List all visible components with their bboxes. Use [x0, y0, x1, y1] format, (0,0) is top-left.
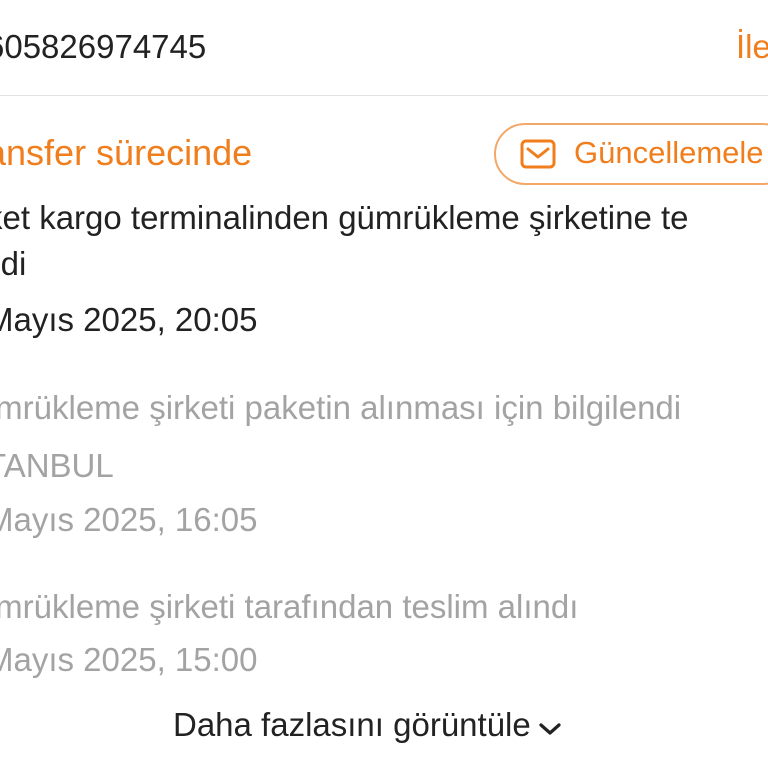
event-description-continued: ildi [0, 245, 27, 282]
show-more-label[interactable]: Daha fazlasını görüntüle [173, 702, 531, 748]
event-date: Mayıs 2025, 15:00 [0, 641, 258, 678]
updates-button-label[interactable]: Güncellemele [574, 132, 764, 174]
divider [0, 95, 768, 96]
copy-link[interactable]: İle [736, 26, 768, 68]
chevron-down-icon[interactable] [537, 720, 563, 738]
tracking-number: 605826974745 [0, 28, 207, 65]
event-date: Mayıs 2025, 20:05 [0, 301, 258, 338]
event-date: Mayıs 2025, 16:05 [0, 501, 258, 538]
event-location: TANBUL [0, 447, 114, 484]
event-description: ımrükleme şirketi tarafından teslim alın… [0, 588, 579, 625]
show-more-button[interactable]: Daha fazlasını görüntüle [173, 702, 563, 748]
event-description: ımrükleme şirketi paketin alınması için … [0, 389, 682, 426]
status-title: ansfer sürecinde [0, 132, 253, 173]
event-description: ket kargo terminalinden gümrükleme şirke… [0, 199, 689, 236]
envelope-icon [520, 139, 556, 169]
